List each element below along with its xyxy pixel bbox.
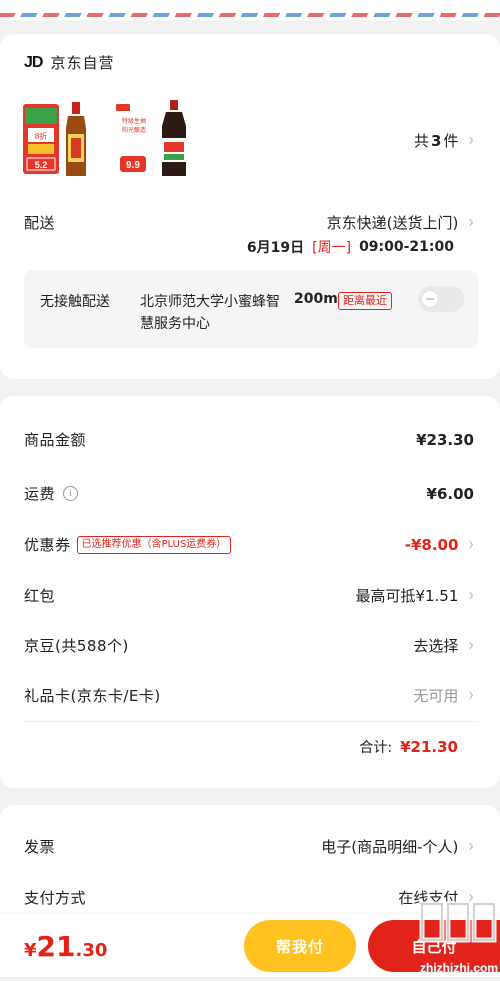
total-value: ¥21.30 — [400, 738, 458, 756]
payment-label: 支付方式 — [24, 889, 87, 907]
price-symbol: ¥ — [24, 940, 37, 961]
chevron-right-icon: › — [468, 887, 474, 908]
coupon-tag: 已选推荐优惠（含PLUS运费券） — [76, 535, 232, 554]
coupon-label: 优惠券 — [24, 536, 71, 554]
shipping-method: 京东快递(送货上门) — [326, 214, 459, 232]
toggle-knob — [422, 291, 438, 307]
airmail-stripe — [0, 0, 500, 20]
freight-value: ¥6.00 — [426, 484, 474, 503]
product-thumbnail-2[interactable]: 特级生抽 阳光酿造 9.9 — [114, 98, 196, 180]
contactless-location: 北京师范大学小蜜蜂智慧服务中心 — [140, 294, 280, 332]
item-count-number: 3 — [430, 131, 442, 150]
svg-text:阳光酿造: 阳光酿造 — [122, 126, 146, 134]
shipping-label: 配送 — [24, 214, 56, 232]
invoice-label: 发票 — [24, 838, 56, 856]
contactless-label: 无接触配送 — [40, 294, 110, 310]
info-icon[interactable]: i — [63, 486, 79, 501]
total-row: 合计: ¥21.30 — [359, 737, 458, 757]
invoice-row[interactable]: 发票 电子(商品明细-个人) › — [24, 836, 474, 857]
item-count[interactable]: 共 3 件 › — [414, 130, 474, 151]
jingdou-row[interactable]: 京豆(共588个) 去选择 › — [24, 635, 474, 656]
redpacket-row[interactable]: 红包 最高可抵¥1.51 › — [24, 585, 474, 606]
pay-myself-button[interactable]: 自己付 — [368, 920, 500, 972]
goods-amount-label: 商品金额 — [24, 431, 87, 449]
jingdou-value: 去选择 — [413, 637, 459, 655]
product-image-2: 特级生抽 阳光酿造 9.9 — [116, 100, 186, 176]
contactless-distance: 200m — [294, 291, 338, 307]
giftcard-row[interactable]: 礼品卡(京东卡/E卡) 无可用 › — [24, 685, 474, 706]
help-me-pay-button[interactable]: 帮我付 — [244, 920, 356, 972]
shipping-time-window: 09:00-21:00 — [359, 239, 454, 255]
jd-logo: JD — [24, 53, 43, 71]
freight-label: 运费 — [24, 485, 56, 503]
shipping-date: 6月19日 — [246, 240, 305, 256]
giftcard-value: 无可用 — [413, 687, 459, 705]
checkout-bar: ¥21.30 帮我付 自己付 — [0, 914, 500, 977]
redpacket-label: 红包 — [24, 587, 56, 605]
checkout-price: ¥21.30 — [24, 930, 107, 963]
nearest-badge: 距离最近 — [338, 292, 392, 310]
chevron-right-icon: › — [468, 130, 474, 151]
product-thumbnail-1[interactable]: 8折 5.2 — [22, 98, 104, 180]
coupon-row[interactable]: 优惠券 已选推荐优惠（含PLUS运费券） -¥8.00 › — [24, 534, 474, 555]
shipping-time-row: 6月19日 [周一] 09:00-21:00 — [247, 237, 454, 257]
redpacket-value: 最高可抵¥1.51 — [355, 587, 459, 605]
store-header: JD 京东自营 — [24, 52, 114, 73]
price-integer: 21 — [36, 930, 76, 963]
chevron-right-icon: › — [468, 585, 474, 606]
product-2-label: 特级生抽 — [122, 117, 146, 125]
goods-amount-value: ¥23.30 — [416, 430, 474, 449]
summary-divider — [24, 721, 478, 722]
payment-row[interactable]: 支付方式 在线支付 › — [24, 887, 474, 908]
total-label: 合计: — [359, 740, 393, 756]
store-name: 京东自营 — [50, 54, 115, 72]
product-1-discount: 8折 — [35, 131, 47, 141]
shipping-row[interactable]: 配送 京东快递(送货上门) › — [24, 212, 474, 233]
giftcard-label: 礼品卡(京东卡/E卡) — [24, 687, 161, 705]
chevron-right-icon: › — [468, 212, 474, 233]
coupon-value: -¥8.00 — [404, 535, 459, 554]
chevron-right-icon: › — [468, 836, 474, 857]
item-count-suffix: 件 — [443, 132, 459, 150]
chevron-right-icon: › — [468, 685, 474, 706]
price-decimal: .30 — [75, 940, 108, 961]
contactless-toggle[interactable] — [418, 286, 464, 312]
invoice-value: 电子(商品明细-个人) — [321, 838, 459, 856]
chevron-right-icon: › — [468, 534, 474, 555]
payment-value: 在线支付 — [398, 889, 459, 907]
goods-amount-row: 商品金额 ¥23.30 — [24, 429, 474, 450]
product-2-price: 9.9 — [126, 160, 140, 171]
product-1-price: 5.2 — [35, 160, 48, 170]
item-count-prefix: 共 — [413, 132, 429, 150]
shipping-weekday: [周一] — [312, 240, 352, 256]
chevron-right-icon: › — [468, 635, 474, 656]
jingdou-label: 京豆(共588个) — [24, 637, 129, 655]
freight-row: 运费 i ¥6.00 — [24, 483, 474, 504]
contactless-delivery-box: 无接触配送 北京师范大学小蜜蜂智慧服务中心 200m 距离最近 — [24, 270, 478, 348]
product-image-1: 8折 5.2 — [23, 102, 86, 176]
